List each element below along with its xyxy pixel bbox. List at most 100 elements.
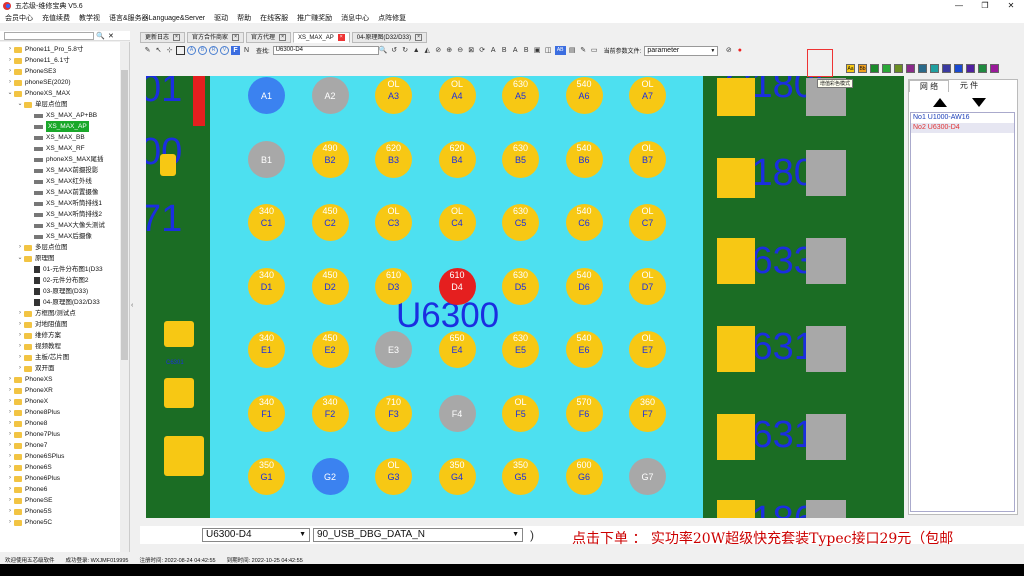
menu-item-member[interactable]: 会员中心 [5, 13, 33, 23]
circle-r-icon[interactable]: R [209, 46, 218, 55]
ball-pad[interactable]: 490 B2 [311, 140, 349, 178]
ball-pad[interactable]: G2 [311, 458, 349, 495]
tree-item[interactable]: › 主板/芯片图 [16, 352, 69, 363]
ball-pad[interactable]: 340 F2 [311, 394, 349, 432]
ball-pad[interactable]: 600 G6 [565, 458, 603, 495]
color-swatch[interactable] [990, 64, 999, 73]
tree-item[interactable]: XS_MAX红外线 [26, 176, 92, 187]
text-b-icon[interactable]: B [500, 46, 509, 55]
color-swatch[interactable] [918, 64, 927, 73]
tab-document[interactable]: 04-原理图(D32/D33) × [351, 32, 428, 43]
smd-pad[interactable] [164, 321, 194, 347]
chevron-right-icon[interactable]: › [16, 308, 24, 319]
tree-item[interactable]: › Phone11_Pro_5.8寸 [6, 44, 83, 55]
tree-item[interactable]: XS_MAX_BB [26, 132, 85, 143]
tree-item[interactable]: 03-原理图(D33) [26, 286, 88, 297]
tree-item[interactable]: › Phone8 [6, 418, 47, 429]
tree-item[interactable]: XS_MAX前置摄像 [26, 187, 98, 198]
net-list-item[interactable]: No1 U1000-AW16 [911, 113, 1014, 123]
tab-document[interactable]: 官方合作商家 × [187, 32, 245, 43]
chevron-right-icon[interactable]: › [6, 517, 14, 528]
ball-pad[interactable]: 540 E6 [565, 331, 603, 368]
tree-item[interactable]: 04-原理图(D32/D33 [26, 297, 100, 308]
chevron-right-icon[interactable]: › [6, 473, 14, 484]
smd-pad[interactable] [806, 500, 846, 518]
ball-pad[interactable]: OL C3 [375, 204, 412, 241]
tab-document[interactable]: XS_MAX_AP × [293, 32, 350, 43]
ball-pad[interactable]: 630 E5 [502, 331, 539, 368]
tab-component[interactable]: 元 件 [949, 80, 989, 92]
tree-item[interactable]: XS_MAX大像头测试 [26, 220, 105, 231]
tree-item[interactable]: ⌄ PhoneXS_MAX [6, 88, 70, 99]
edit-icon[interactable]: ✎ [579, 46, 588, 55]
tree-item[interactable]: XS_MAX听筒排线2 [26, 209, 102, 220]
chevron-right-icon[interactable]: › [16, 319, 24, 330]
tree-item[interactable]: › PhoneX [6, 396, 48, 407]
tree-item[interactable]: XS_MAX后摄像 [26, 231, 92, 242]
ball-pad[interactable]: 350 G1 [248, 458, 285, 495]
ball-pad[interactable]: E3 [375, 331, 412, 368]
ball-pad[interactable]: A1 [248, 77, 285, 114]
tab-network[interactable]: 网 络 [909, 80, 949, 92]
close-icon[interactable]: × [337, 34, 345, 41]
promo-link[interactable]: 点击下单 ： 实功率20W超级快充套装Typec接口29元（包邮 [572, 528, 953, 548]
color-swatch[interactable] [894, 64, 903, 73]
arrow-up-icon[interactable] [933, 98, 947, 107]
smd-pad[interactable] [717, 238, 755, 284]
chevron-right-icon[interactable]: › [16, 330, 24, 341]
ball-pad[interactable]: 350 G4 [438, 458, 476, 495]
menu-item-repair[interactable]: 点阵修复 [378, 13, 406, 23]
close-icon[interactable]: × [232, 34, 240, 41]
chevron-down-icon[interactable]: ⌄ [16, 253, 24, 264]
tree-item[interactable]: XS_MAX前摄投影 [26, 165, 98, 176]
ball-pad[interactable]: 620 B3 [375, 140, 412, 178]
tree-item[interactable]: phoneXS_MAX尾插 [26, 154, 103, 165]
tree-item[interactable]: › PhoneXR [6, 385, 53, 396]
tree-item[interactable]: › Phone5S [6, 506, 52, 517]
ball-pad[interactable]: 710 F3 [375, 394, 412, 432]
ball-pad[interactable]: A2 [311, 77, 349, 114]
menu-item-support[interactable]: 在线客服 [260, 13, 288, 23]
tree-item[interactable]: › Phone5C [6, 517, 52, 528]
ball-pad[interactable]: 340 F1 [248, 394, 285, 432]
ball-pad[interactable]: G7 [629, 458, 666, 495]
color-swatch[interactable] [930, 64, 939, 73]
chevron-right-icon[interactable]: › [6, 44, 14, 55]
chevron-down-icon[interactable]: ⌄ [6, 88, 14, 99]
ball-pad[interactable]: 340 E1 [248, 331, 285, 368]
ball-pad[interactable]: OL A4 [438, 77, 476, 114]
triangle-icon[interactable]: ▲ [412, 46, 421, 55]
chevron-right-icon[interactable]: › [6, 462, 14, 473]
ball-pad[interactable]: 450 C2 [311, 204, 349, 241]
ball-pad[interactable]: OL D7 [629, 267, 666, 305]
ball-pad[interactable]: 630 D5 [502, 267, 539, 305]
tree-scrollbar[interactable] [120, 42, 129, 552]
tree-item[interactable]: › PhoneXS [6, 374, 52, 385]
tree-item[interactable]: › 维修方案 [16, 330, 61, 341]
ball-pad[interactable]: 450 E2 [311, 331, 349, 368]
tree-item[interactable]: › Phone7Plus [6, 429, 60, 440]
zoom-icon[interactable]: 🔍 [379, 46, 388, 55]
folder-icon[interactable]: ▭ [590, 46, 599, 55]
pcb-canvas[interactable]: U6300 A1 A2 OL A3 OL A4 630 A5 540 A6 OL A7 B1 490 B2 6… [146, 76, 904, 518]
tree-item[interactable]: › Phone6SPlus [6, 451, 64, 462]
ball-pad[interactable]: 450 D2 [311, 267, 349, 305]
font-icon[interactable]: F [231, 46, 240, 55]
menu-item-help[interactable]: 帮助 [237, 13, 251, 23]
close-icon[interactable]: × [279, 34, 287, 41]
tree-item[interactable]: › Phone7 [6, 440, 47, 451]
close-icon[interactable]: × [173, 34, 181, 41]
tree-item[interactable]: › 多层点位图 [16, 242, 68, 253]
chevron-right-icon[interactable]: › [6, 55, 14, 66]
circle-b-icon[interactable]: B [198, 46, 207, 55]
square-icon[interactable] [176, 46, 185, 55]
tree-item[interactable]: › PhoneSE3 [6, 66, 56, 77]
color-swatch[interactable]: Aa [846, 64, 855, 73]
ball-pad[interactable]: 630 B5 [502, 140, 539, 178]
smd-pad[interactable] [717, 500, 755, 518]
ball-pad[interactable]: 350 G5 [502, 458, 539, 495]
color-mode-icon[interactable]: ⊘ [724, 46, 733, 55]
color-swatch[interactable] [870, 64, 879, 73]
tree-item[interactable]: XS_MAX听筒排线1 [26, 198, 102, 209]
text-a-small-icon[interactable]: A [511, 46, 520, 55]
